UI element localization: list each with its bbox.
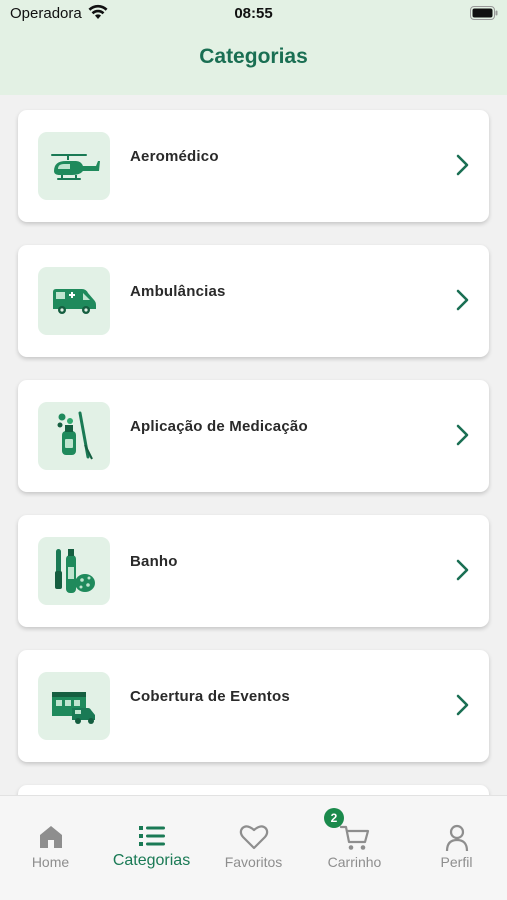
event-coverage-icon: [38, 672, 110, 740]
status-time: 08:55: [234, 5, 273, 22]
category-label: Banho: [130, 553, 178, 570]
home-icon: [0, 824, 101, 850]
tab-label: Perfil: [440, 854, 473, 870]
category-card-aeromedico[interactable]: Aeromédico: [18, 110, 489, 222]
category-card-cobertura-eventos[interactable]: Cobertura de Eventos: [18, 650, 489, 762]
tab-home[interactable]: Home: [0, 796, 101, 900]
list-icon: [101, 824, 202, 848]
tab-carrinho[interactable]: Carrinho: [304, 796, 405, 900]
cart-icon: [304, 824, 405, 852]
category-label: Aplicação de Medicação: [130, 418, 308, 435]
tab-label: Home: [31, 854, 70, 870]
category-card-aplicacao-medicacao[interactable]: Aplicação de Medicação: [18, 380, 489, 492]
person-icon: [406, 824, 507, 852]
category-list[interactable]: Aeromédico Ambulâncias Aplicação de Medi…: [0, 95, 507, 795]
category-label: Aeromédico: [130, 148, 219, 165]
heart-icon: [203, 824, 304, 850]
ambulance-icon: [38, 267, 110, 335]
status-bar: Operadora 08:55: [0, 0, 507, 30]
bath-icon: [38, 537, 110, 605]
page-title: Categorias: [199, 45, 308, 68]
tab-label: Favoritos: [224, 854, 283, 870]
cart-badge: 2: [324, 808, 344, 828]
category-label: Cobertura de Eventos: [130, 688, 290, 705]
medication-icon: [38, 402, 110, 470]
battery-icon: [470, 6, 498, 25]
tab-label: Categorias: [112, 852, 191, 869]
chevron-right-icon: [455, 289, 469, 316]
tab-favoritos[interactable]: Favoritos: [203, 796, 304, 900]
helicopter-icon: [38, 132, 110, 200]
category-card-ambulancias[interactable]: Ambulâncias: [18, 245, 489, 357]
chevron-right-icon: [455, 559, 469, 586]
chevron-right-icon: [455, 424, 469, 451]
tab-bar: Home Categorias Favoritos Carrinho Perfi…: [0, 795, 507, 900]
tab-label: Carrinho: [327, 854, 382, 870]
chevron-right-icon: [455, 154, 469, 181]
category-card-banho[interactable]: Banho: [18, 515, 489, 627]
app-header: Operadora 08:55 Categorias: [0, 0, 507, 95]
chevron-right-icon: [455, 694, 469, 721]
category-label: Ambulâncias: [130, 283, 226, 300]
tab-categorias[interactable]: Categorias: [101, 796, 202, 900]
tab-perfil[interactable]: Perfil: [406, 796, 507, 900]
category-card-partial[interactable]: [18, 785, 489, 795]
